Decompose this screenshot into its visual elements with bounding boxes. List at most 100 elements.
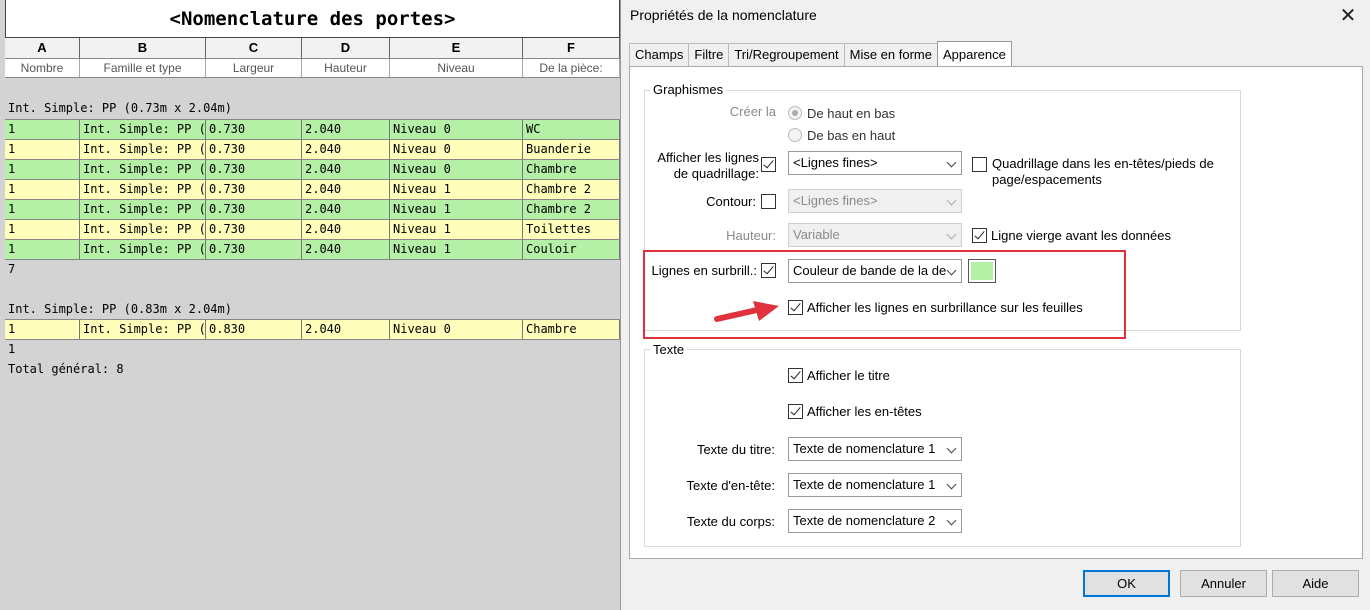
cell[interactable]: 1	[5, 140, 80, 159]
cell[interactable]: 1	[5, 240, 80, 259]
column-letter[interactable]: F	[523, 38, 620, 58]
close-icon[interactable]: ✕	[1333, 2, 1363, 30]
cell[interactable]: Toilettes	[523, 220, 620, 239]
cell[interactable]: Int. Simple: PP (0.73	[80, 140, 206, 159]
cell[interactable]: 1	[5, 160, 80, 179]
column-letter[interactable]: B	[80, 38, 206, 58]
cell[interactable]: Int. Simple: PP (0.73	[80, 160, 206, 179]
cell[interactable]: Niveau 0	[390, 320, 523, 339]
cell[interactable]: 1	[5, 120, 80, 139]
group-count: 1	[8, 342, 16, 356]
cell[interactable]: WC	[523, 120, 620, 139]
cell[interactable]: Chambre 2	[523, 180, 620, 199]
table-row[interactable]: 1 Int. Simple: PP (0.73 0.730 2.040 Nive…	[5, 139, 620, 159]
blank-row-label: Ligne vierge avant les données	[991, 228, 1171, 243]
column-letter[interactable]: C	[206, 38, 302, 58]
contour-checkbox[interactable]	[761, 194, 776, 209]
tab-filtre[interactable]: Filtre	[688, 43, 730, 67]
column-letter[interactable]: A	[5, 38, 80, 58]
cell[interactable]: 2.040	[302, 220, 390, 239]
table-row[interactable]: 1 Int. Simple: PP (0.73 0.730 2.040 Nive…	[5, 219, 620, 239]
cell[interactable]: 0.730	[206, 120, 302, 139]
cell[interactable]: Int. Simple: PP (0.83	[80, 320, 206, 339]
cell[interactable]: Niveau 0	[390, 160, 523, 179]
cell[interactable]: 2.040	[302, 320, 390, 339]
highlight-annotation-box	[643, 250, 1126, 339]
cancel-button[interactable]: Annuler	[1180, 570, 1267, 597]
cell[interactable]: Niveau 0	[390, 140, 523, 159]
show-headers-checkbox[interactable]	[788, 404, 803, 419]
column-header[interactable]: De la pièce:	[523, 59, 620, 77]
cell[interactable]: 0.730	[206, 180, 302, 199]
height-label: Hauteur:	[726, 228, 776, 243]
radio-bottom-to-top[interactable]	[788, 128, 802, 142]
help-button[interactable]: Aide	[1272, 570, 1359, 597]
cell[interactable]: Couloir	[523, 240, 620, 259]
header-text-select[interactable]: Texte de nomenclature 1	[788, 473, 962, 497]
cell[interactable]: Chambre 2	[523, 200, 620, 219]
tab-mise-en-forme[interactable]: Mise en forme	[843, 43, 938, 67]
body-text-select[interactable]: Texte de nomenclature 2	[788, 509, 962, 533]
cell[interactable]: Int. Simple: PP (0.73	[80, 180, 206, 199]
table-row[interactable]: 1 Int. Simple: PP (0.73 0.730 2.040 Nive…	[5, 199, 620, 219]
height-select[interactable]: Variable	[788, 223, 962, 247]
column-letter[interactable]: D	[302, 38, 390, 58]
cell[interactable]: 2.040	[302, 120, 390, 139]
cell[interactable]: Int. Simple: PP (0.73	[80, 200, 206, 219]
cell[interactable]: 0.730	[206, 240, 302, 259]
cell[interactable]: 1	[5, 200, 80, 219]
cell[interactable]: 0.730	[206, 140, 302, 159]
cell[interactable]: 2.040	[302, 140, 390, 159]
cell[interactable]: 2.040	[302, 180, 390, 199]
blank-row-checkbox[interactable]	[972, 228, 987, 243]
cell[interactable]: Int. Simple: PP (0.73	[80, 240, 206, 259]
column-header[interactable]: Niveau	[390, 59, 523, 77]
grid-in-headers-checkbox[interactable]	[972, 157, 987, 172]
grid-lines-checkbox[interactable]	[761, 157, 776, 172]
column-letter[interactable]: E	[390, 38, 523, 58]
grid-lines-select[interactable]: <Lignes fines>	[788, 151, 962, 175]
ok-button[interactable]: OK	[1083, 570, 1170, 597]
tab-champs[interactable]: Champs	[629, 43, 690, 67]
cell[interactable]: 2.040	[302, 240, 390, 259]
cell[interactable]: Int. Simple: PP (0.73	[80, 120, 206, 139]
table-row[interactable]: 1 Int. Simple: PP (0.73 0.730 2.040 Nive…	[5, 179, 620, 199]
cell[interactable]: Niveau 1	[390, 200, 523, 219]
cell[interactable]: Niveau 1	[390, 220, 523, 239]
contour-select[interactable]: <Lignes fines>	[788, 189, 962, 213]
cell[interactable]: 0.730	[206, 220, 302, 239]
table-row[interactable]: 1 Int. Simple: PP (0.73 0.730 2.040 Nive…	[5, 239, 620, 260]
show-title-checkbox[interactable]	[788, 368, 803, 383]
cell[interactable]: 0.730	[206, 200, 302, 219]
tab-tri-regroupement[interactable]: Tri/Regroupement	[728, 43, 845, 67]
table-row[interactable]: 1 Int. Simple: PP (0.73 0.730 2.040 Nive…	[5, 119, 620, 139]
cell[interactable]: 2.040	[302, 160, 390, 179]
table-row[interactable]: 1 Int. Simple: PP (0.83 0.830 2.040 Nive…	[5, 319, 620, 340]
cell[interactable]: Int. Simple: PP (0.73	[80, 220, 206, 239]
cell[interactable]: 0.730	[206, 160, 302, 179]
cell[interactable]: Niveau 1	[390, 240, 523, 259]
cell[interactable]: Niveau 1	[390, 180, 523, 199]
cell[interactable]: Chambre	[523, 320, 620, 339]
column-header[interactable]: Famille et type	[80, 59, 206, 77]
cell[interactable]: 1	[5, 320, 80, 339]
cell[interactable]: Niveau 0	[390, 120, 523, 139]
column-header[interactable]: Hauteur	[302, 59, 390, 77]
grand-total: Total général: 8	[8, 362, 124, 376]
grid-in-headers-label: Quadrillage dans les en-têtes/pieds de p…	[992, 156, 1214, 187]
cell[interactable]: 0.830	[206, 320, 302, 339]
cell[interactable]: 1	[5, 180, 80, 199]
create-label: Créer la	[729, 104, 776, 119]
cell[interactable]: 1	[5, 220, 80, 239]
table-row[interactable]: 1 Int. Simple: PP (0.73 0.730 2.040 Nive…	[5, 159, 620, 179]
cell[interactable]: Buanderie	[523, 140, 620, 159]
height-select-value: Variable	[793, 227, 840, 242]
title-text-select[interactable]: Texte de nomenclature 1	[788, 437, 962, 461]
contour-label: Contour:	[706, 194, 756, 209]
radio-top-to-bottom[interactable]	[788, 106, 802, 120]
tab-apparence[interactable]: Apparence	[936, 41, 1012, 66]
cell[interactable]: 2.040	[302, 200, 390, 219]
column-header[interactable]: Nombre	[5, 59, 80, 77]
column-header[interactable]: Largeur	[206, 59, 302, 77]
cell[interactable]: Chambre	[523, 160, 620, 179]
